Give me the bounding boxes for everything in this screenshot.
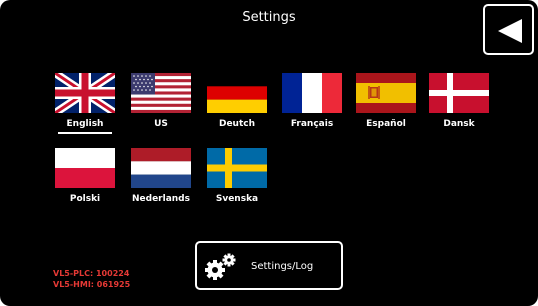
settings-log-button[interactable]: Settings/Log bbox=[195, 241, 343, 290]
language-option-nederlands[interactable]: Nederlands bbox=[126, 148, 196, 212]
uk-flag-icon bbox=[55, 73, 115, 113]
language-option-deutch[interactable]: Deutch bbox=[202, 73, 272, 137]
language-label: Svenska bbox=[215, 194, 259, 204]
settings-screen: Settings English US Deutch Français Espa… bbox=[0, 0, 538, 306]
polish-flag-icon bbox=[55, 148, 115, 188]
language-label: Polski bbox=[69, 194, 101, 204]
settings-log-label: Settings/Log bbox=[251, 261, 314, 272]
language-label: Français bbox=[290, 119, 334, 129]
language-option-svenska[interactable]: Svenska bbox=[202, 148, 272, 212]
language-option-us[interactable]: US bbox=[126, 73, 196, 137]
swedish-flag-icon bbox=[207, 148, 267, 188]
language-label: Deutch bbox=[218, 119, 256, 129]
dutch-flag-icon bbox=[131, 148, 191, 188]
selected-indicator bbox=[58, 132, 112, 134]
gears-icon bbox=[205, 253, 236, 280]
language-label: US bbox=[154, 119, 168, 129]
language-option-dansk[interactable]: Dansk bbox=[424, 73, 494, 137]
danish-flag-icon bbox=[429, 73, 489, 113]
us-flag-icon bbox=[131, 73, 191, 113]
back-arrow-icon bbox=[498, 19, 522, 43]
language-label: Español bbox=[366, 119, 406, 129]
german-flag-icon bbox=[207, 73, 267, 113]
french-flag-icon bbox=[282, 73, 342, 113]
language-label: Nederlands bbox=[132, 194, 190, 204]
language-option-francais[interactable]: Français bbox=[277, 73, 347, 137]
spanish-flag-icon bbox=[356, 73, 416, 113]
language-option-espanol[interactable]: Español bbox=[351, 73, 421, 137]
back-button[interactable] bbox=[483, 4, 534, 55]
language-label: English bbox=[66, 119, 104, 129]
language-option-polski[interactable]: Polski bbox=[50, 148, 120, 212]
language-label: Dansk bbox=[443, 119, 475, 129]
hmi-version: VL5-HMI: 061925 bbox=[53, 280, 131, 289]
page-title: Settings bbox=[242, 10, 296, 25]
plc-version: VL5-PLC: 100224 bbox=[53, 269, 130, 278]
language-option-english[interactable]: English bbox=[50, 73, 120, 137]
